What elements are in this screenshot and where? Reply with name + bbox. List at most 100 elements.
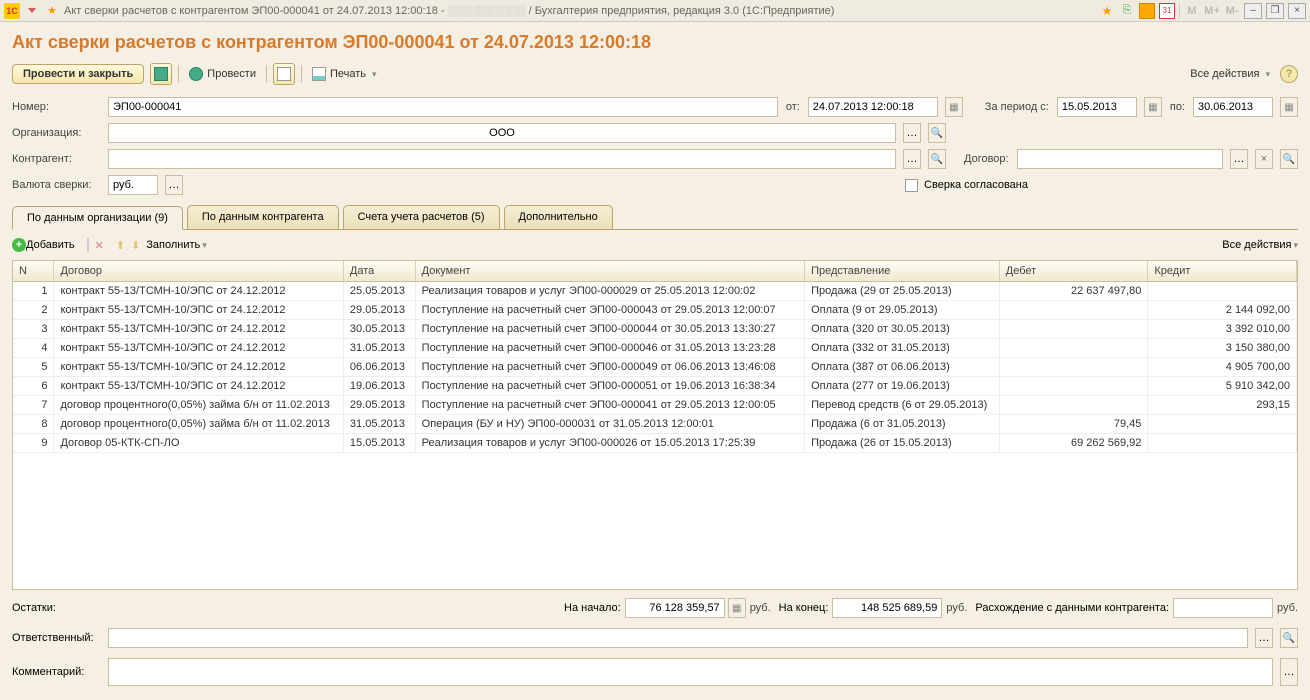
data-grid[interactable]: N Договор Дата Документ Представление Де… xyxy=(12,260,1298,590)
help-button[interactable]: ? xyxy=(1280,65,1298,83)
table-row[interactable]: 1контракт 55-13/ТСМН-10/ЭПС от 24.12.201… xyxy=(13,282,1297,301)
currency-input[interactable] xyxy=(108,175,158,195)
col-n-header[interactable]: N xyxy=(13,261,54,282)
favorite-star-icon[interactable] xyxy=(44,3,60,19)
agreed-checkbox[interactable]: Сверка согласована xyxy=(905,179,1028,192)
table-row[interactable]: 4контракт 55-13/ТСМН-10/ЭПС от 24.12.201… xyxy=(13,339,1297,358)
col-credit-header[interactable]: Кредит xyxy=(1148,261,1297,282)
save-icon-button[interactable] xyxy=(150,63,172,85)
period-from-calendar-button[interactable] xyxy=(1144,97,1162,117)
star-icon[interactable] xyxy=(1099,3,1115,19)
cell-document: Поступление на расчетный счет ЭП00-00004… xyxy=(415,358,804,377)
save-icon xyxy=(154,67,168,81)
movements-icon-button[interactable] xyxy=(273,63,295,85)
delete-row-button[interactable]: ✕ xyxy=(95,239,104,252)
responsible-input[interactable] xyxy=(108,628,1248,648)
org-input[interactable] xyxy=(108,123,896,143)
end-balance-label: На конец: xyxy=(779,602,829,614)
memory-mplus-icon[interactable]: M+ xyxy=(1204,3,1220,19)
period-to-label: по: xyxy=(1170,101,1185,113)
responsible-search-button[interactable] xyxy=(1280,628,1298,648)
number-label: Номер: xyxy=(12,101,100,113)
tab-extra[interactable]: Дополнительно xyxy=(504,205,613,229)
table-row[interactable]: 7договор процентного(0,05%) займа б/н от… xyxy=(13,396,1297,415)
cell-document: Реализация товаров и услуг ЭП00-000026 о… xyxy=(415,434,804,453)
cell-contract: контракт 55-13/ТСМН-10/ЭПС от 24.12.2012 xyxy=(54,339,343,358)
chevron-down-icon: ▾ xyxy=(1293,240,1298,250)
diff-input[interactable] xyxy=(1173,598,1273,618)
date-calendar-button[interactable] xyxy=(945,97,963,117)
window-restore-button[interactable]: ❐ xyxy=(1266,3,1284,19)
responsible-select-button[interactable] xyxy=(1255,628,1273,648)
cell-credit xyxy=(1148,415,1297,434)
copy-row-button[interactable] xyxy=(87,239,89,251)
begin-balance-calc-button[interactable] xyxy=(728,598,746,618)
post-button[interactable]: Провести xyxy=(185,64,260,84)
date-input[interactable] xyxy=(808,97,938,117)
contract-clear-button[interactable] xyxy=(1255,149,1273,169)
print-button[interactable]: Печать▾ xyxy=(308,64,381,84)
calendar-icon[interactable]: 31 xyxy=(1159,3,1175,19)
agent-search-button[interactable] xyxy=(928,149,946,169)
table-row[interactable]: 9Договор 05-КТК-СП-ЛО15.05.2013Реализаци… xyxy=(13,434,1297,453)
org-search-button[interactable] xyxy=(928,123,946,143)
contract-search-button[interactable] xyxy=(1280,149,1298,169)
period-from-input[interactable] xyxy=(1057,97,1137,117)
tab-accounts[interactable]: Счета учета расчетов (5) xyxy=(343,205,500,229)
link-icon[interactable]: ⎘ xyxy=(1119,3,1135,19)
memory-mminus-icon[interactable]: M- xyxy=(1224,3,1240,19)
dropdown-icon[interactable] xyxy=(24,3,40,19)
end-balance-input[interactable] xyxy=(832,598,942,618)
table-all-actions-dropdown[interactable]: Все действия▾ xyxy=(1222,239,1298,251)
agent-input[interactable] xyxy=(108,149,896,169)
all-actions-label: Все действия xyxy=(1190,68,1259,80)
period-to-input[interactable] xyxy=(1193,97,1273,117)
move-up-button[interactable]: ⬆ xyxy=(116,239,125,252)
tab-by-agent[interactable]: По данным контрагента xyxy=(187,205,339,229)
cell-contract: договор процентного(0,05%) займа б/н от … xyxy=(54,415,343,434)
agent-label: Контрагент: xyxy=(12,153,100,165)
col-contract-header[interactable]: Договор xyxy=(54,261,343,282)
page-title: Акт сверки расчетов с контрагентом ЭП00-… xyxy=(12,32,1298,53)
cell-date: 30.05.2013 xyxy=(343,320,415,339)
comment-expand-button[interactable] xyxy=(1280,658,1298,686)
table-row[interactable]: 2контракт 55-13/ТСМН-10/ЭПС от 24.12.201… xyxy=(13,301,1297,320)
fill-dropdown[interactable]: Заполнить▾ xyxy=(146,239,207,251)
table-row[interactable]: 3контракт 55-13/ТСМН-10/ЭПС от 24.12.201… xyxy=(13,320,1297,339)
org-select-button[interactable] xyxy=(903,123,921,143)
cell-document: Реализация товаров и услуг ЭП00-000029 о… xyxy=(415,282,804,301)
cell-debit xyxy=(999,301,1148,320)
col-date-header[interactable]: Дата xyxy=(343,261,415,282)
table-row[interactable]: 5контракт 55-13/ТСМН-10/ЭПС от 24.12.201… xyxy=(13,358,1297,377)
all-actions-dropdown[interactable]: Все действия▾ xyxy=(1186,65,1274,83)
col-debit-header[interactable]: Дебет xyxy=(999,261,1148,282)
window-minimize-button[interactable]: – xyxy=(1244,3,1262,19)
calculator-icon[interactable] xyxy=(1139,3,1155,19)
contract-select-button[interactable] xyxy=(1230,149,1248,169)
comment-input[interactable] xyxy=(108,658,1273,686)
window-close-button[interactable]: × xyxy=(1288,3,1306,19)
begin-balance-input[interactable] xyxy=(625,598,725,618)
currency-select-button[interactable] xyxy=(165,175,183,195)
table-row[interactable]: 8договор процентного(0,05%) займа б/н от… xyxy=(13,415,1297,434)
plus-icon: + xyxy=(12,238,26,252)
post-label: Провести xyxy=(207,68,256,80)
cell-credit xyxy=(1148,282,1297,301)
memory-m-icon[interactable]: M xyxy=(1184,3,1200,19)
contract-input[interactable] xyxy=(1017,149,1223,169)
period-to-calendar-button[interactable] xyxy=(1280,97,1298,117)
tab-by-org[interactable]: По данным организации (9) xyxy=(12,206,183,230)
table-row[interactable]: 6контракт 55-13/ТСМН-10/ЭПС от 24.12.201… xyxy=(13,377,1297,396)
number-input[interactable] xyxy=(108,97,778,117)
post-and-close-button[interactable]: Провести и закрыть xyxy=(12,64,144,84)
agreed-label: Сверка согласована xyxy=(924,179,1028,191)
add-row-button[interactable]: +Добавить xyxy=(12,238,75,252)
col-document-header[interactable]: Документ xyxy=(415,261,804,282)
cell-n: 2 xyxy=(13,301,54,320)
col-representation-header[interactable]: Представление xyxy=(805,261,1000,282)
move-down-button[interactable]: ⬇ xyxy=(131,239,140,252)
cell-contract: контракт 55-13/ТСМН-10/ЭПС от 24.12.2012 xyxy=(54,358,343,377)
cell-contract: Договор 05-КТК-СП-ЛО xyxy=(54,434,343,453)
cell-representation: Оплата (320 от 30.05.2013) xyxy=(805,320,1000,339)
agent-select-button[interactable] xyxy=(903,149,921,169)
